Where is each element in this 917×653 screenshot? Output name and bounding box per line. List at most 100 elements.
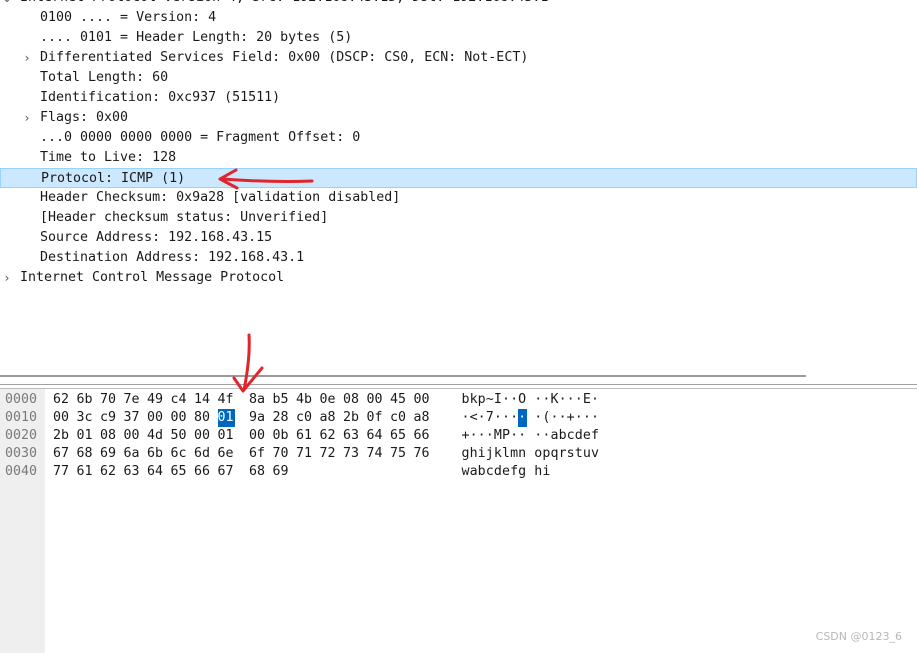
- hex-byte[interactable]: 65: [390, 427, 407, 445]
- hex-byte[interactable]: 69: [273, 463, 290, 481]
- hex-byte[interactable]: 62: [100, 463, 117, 481]
- tree-row-selected[interactable]: Protocol: ICMP (1): [0, 168, 917, 188]
- hex-byte[interactable]: 72: [320, 445, 337, 463]
- hex-byte[interactable]: 69: [100, 445, 117, 463]
- hex-byte[interactable]: 63: [343, 427, 360, 445]
- tree-row[interactable]: › Internet Control Message Protocol: [0, 268, 917, 288]
- hex-byte[interactable]: 68: [77, 445, 94, 463]
- hex-byte[interactable]: 76: [414, 445, 431, 463]
- hex-byte[interactable]: 65: [171, 463, 188, 481]
- hex-byte[interactable]: a8: [414, 409, 431, 427]
- hex-byte[interactable]: 6e: [218, 445, 235, 463]
- tree-row[interactable]: Total Length: 60: [0, 68, 917, 88]
- ascii-char[interactable]: n: [518, 445, 527, 463]
- ascii-char[interactable]: i: [542, 463, 551, 481]
- hex-byte[interactable]: c0: [390, 409, 407, 427]
- hex-byte[interactable]: 4b: [296, 391, 313, 409]
- hex-byte[interactable]: 08: [343, 391, 360, 409]
- hex-byte[interactable]: 77: [53, 463, 70, 481]
- ascii-char[interactable]: O: [518, 391, 527, 409]
- hex-byte[interactable]: 50: [171, 427, 188, 445]
- hex-byte[interactable]: 2b: [53, 427, 70, 445]
- hex-byte[interactable]: b5: [273, 391, 290, 409]
- hex-byte[interactable]: 00: [194, 427, 211, 445]
- hex-byte[interactable]: 49: [147, 391, 164, 409]
- tree-row[interactable]: › Flags: 0x00: [0, 108, 917, 128]
- hex-byte[interactable]: 61: [77, 463, 94, 481]
- hex-byte[interactable]: 4d: [147, 427, 164, 445]
- hex-byte[interactable]: 6f: [249, 445, 266, 463]
- hex-byte[interactable]: 70: [273, 445, 290, 463]
- chevron-right-icon[interactable]: ›: [21, 48, 33, 68]
- hex-byte[interactable]: 70: [100, 391, 117, 409]
- hex-byte[interactable]: 6c: [171, 445, 188, 463]
- hex-byte[interactable]: 9a: [249, 409, 266, 427]
- hex-byte-selected[interactable]: 01: [217, 409, 235, 427]
- ascii-char-selected[interactable]: ·: [517, 409, 527, 427]
- hex-byte[interactable]: 74: [367, 445, 384, 463]
- hex-byte[interactable]: 64: [147, 463, 164, 481]
- hex-byte[interactable]: 4f: [218, 391, 235, 409]
- ascii-char[interactable]: ·: [591, 409, 600, 427]
- hex-byte[interactable]: 00: [367, 391, 384, 409]
- hex-byte[interactable]: 14: [194, 391, 211, 409]
- hex-byte[interactable]: 00: [249, 427, 266, 445]
- hex-byte[interactable]: 37: [124, 409, 141, 427]
- hex-byte[interactable]: 64: [367, 427, 384, 445]
- hex-byte[interactable]: 08: [100, 427, 117, 445]
- hex-byte[interactable]: 61: [296, 427, 313, 445]
- ascii-char[interactable]: v: [591, 445, 600, 463]
- tree-row[interactable]: › Differentiated Services Field: 0x00 (DS…: [0, 48, 917, 68]
- hex-byte[interactable]: 7e: [124, 391, 141, 409]
- tree-row[interactable]: [Header checksum status: Unverified]: [0, 208, 917, 228]
- hex-byte[interactable]: 8a: [249, 391, 266, 409]
- hex-byte[interactable]: 73: [343, 445, 360, 463]
- hex-byte[interactable]: 80: [194, 409, 211, 427]
- hex-byte[interactable]: 00: [171, 409, 188, 427]
- hex-byte[interactable]: c9: [100, 409, 117, 427]
- hex-byte[interactable]: 62: [320, 427, 337, 445]
- ascii-char[interactable]: ·: [518, 427, 527, 445]
- hex-byte[interactable]: c4: [171, 391, 188, 409]
- hex-byte[interactable]: 71: [296, 445, 313, 463]
- hex-byte[interactable]: 67: [218, 463, 235, 481]
- tree-row[interactable]: .... 0101 = Header Length: 20 bytes (5): [0, 28, 917, 48]
- hex-byte[interactable]: 2b: [343, 409, 360, 427]
- hex-byte[interactable]: a8: [320, 409, 337, 427]
- hex-byte[interactable]: 0e: [320, 391, 337, 409]
- hex-byte[interactable]: 6b: [147, 445, 164, 463]
- hex-byte[interactable]: 28: [273, 409, 290, 427]
- tree-row[interactable]: Destination Address: 192.168.43.1: [0, 248, 917, 268]
- tree-row[interactable]: Identification: 0xc937 (51511): [0, 88, 917, 108]
- hex-byte[interactable]: 3c: [77, 409, 94, 427]
- pane-splitter[interactable]: [0, 375, 806, 377]
- hex-byte[interactable]: 66: [194, 463, 211, 481]
- hex-byte[interactable]: 68: [249, 463, 266, 481]
- tree-row[interactable]: ⌄ Internet Protocol Version 4, Src: 192.1…: [0, 0, 917, 8]
- hex-byte[interactable]: 6a: [124, 445, 141, 463]
- hex-byte[interactable]: 00: [147, 409, 164, 427]
- hex-byte[interactable]: 0f: [367, 409, 384, 427]
- hex-byte[interactable]: 67: [53, 445, 70, 463]
- ascii-char[interactable]: g: [518, 463, 527, 481]
- hex-byte[interactable]: 63: [124, 463, 141, 481]
- hex-byte[interactable]: 66: [414, 427, 431, 445]
- packet-bytes-pane[interactable]: 0000 62 6b 70 7e 49 c4 14 4f 8a b5 4b 0e 08 00 45 00 b k p ~…: [0, 389, 917, 653]
- tree-row[interactable]: 0100 .... = Version: 4: [0, 8, 917, 28]
- tree-row[interactable]: Header Checksum: 0x9a28 [validation disa…: [0, 188, 917, 208]
- hex-byte[interactable]: 6d: [194, 445, 211, 463]
- hex-byte[interactable]: 0b: [273, 427, 290, 445]
- chevron-right-icon[interactable]: ›: [21, 108, 33, 128]
- tree-row[interactable]: Source Address: 192.168.43.15: [0, 228, 917, 248]
- hex-byte[interactable]: 00: [414, 391, 431, 409]
- hex-byte[interactable]: 00: [53, 409, 70, 427]
- hex-byte[interactable]: 6b: [77, 391, 94, 409]
- chevron-right-icon[interactable]: ›: [1, 268, 13, 288]
- packet-details-pane[interactable]: ⌄ Internet Protocol Version 4, Src: 192.1…: [0, 0, 917, 288]
- hex-byte[interactable]: c0: [296, 409, 313, 427]
- hex-byte[interactable]: 01: [77, 427, 94, 445]
- ascii-char[interactable]: f: [591, 427, 600, 445]
- tree-row[interactable]: ...0 0000 0000 0000 = Fragment Offset: 0: [0, 128, 917, 148]
- chevron-down-icon[interactable]: ⌄: [1, 0, 13, 8]
- hex-byte[interactable]: 01: [218, 427, 235, 445]
